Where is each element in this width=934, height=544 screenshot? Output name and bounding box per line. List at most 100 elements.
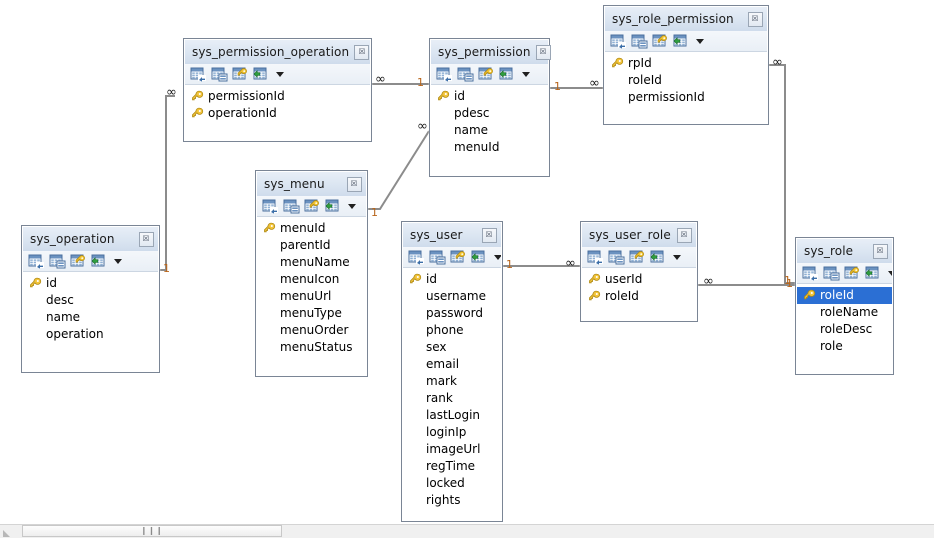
table-sys_user_role[interactable]: sys_user_role ☒ userId roleId [580,221,698,322]
insert-row-icon[interactable] [471,250,488,265]
field-row[interactable]: sex [403,339,501,356]
primary-key-icon[interactable] [232,67,249,82]
diagram-canvas[interactable]: sys_permission_operation ☒ permissionId ope… [0,0,934,524]
field-row-primary-key[interactable]: id [403,271,501,288]
field-row-primary-key[interactable]: permissionId [185,88,370,105]
primary-key-icon[interactable] [304,199,321,214]
field-row[interactable]: menuStatus [257,339,366,356]
table-sys_menu[interactable]: sys_menu ☒ menuId parentId menuName menuIcon m… [255,170,368,377]
field-row[interactable]: operation [23,326,158,343]
field-row[interactable]: menuName [257,254,366,271]
field-row[interactable]: mark [403,373,501,390]
field-row[interactable]: lastLogin [403,407,501,424]
table-header[interactable]: sys_operation ☒ [23,227,158,251]
primary-key-icon[interactable] [844,266,861,281]
table-header[interactable]: sys_user ☒ [403,223,501,247]
field-row[interactable]: roleDesc [797,321,892,338]
close-icon[interactable]: ☒ [535,44,551,60]
primary-key-icon[interactable] [70,254,87,269]
field-row[interactable]: locked [403,475,501,492]
table-header[interactable]: sys_menu ☒ [257,172,366,196]
close-icon[interactable]: ☒ [677,227,692,243]
table-sys_permission_operation[interactable]: sys_permission_operation ☒ permissionId ope… [183,38,372,142]
new-table-icon[interactable] [408,250,425,265]
field-row-primary-key[interactable]: id [431,88,548,105]
new-table-icon[interactable] [190,67,207,82]
close-icon[interactable]: ☒ [354,44,370,60]
chevron-down-icon[interactable] [673,254,681,260]
new-table-icon[interactable] [28,254,45,269]
table-header[interactable]: sys_role_permission ☒ [605,7,767,31]
primary-key-icon[interactable] [629,250,646,265]
field-row-primary-key[interactable]: userId [582,271,696,288]
new-table-icon[interactable] [262,199,279,214]
field-row-primary-key[interactable]: id [23,275,158,292]
field-row[interactable]: menuType [257,305,366,322]
new-table-icon[interactable] [802,266,819,281]
table-sys_role[interactable]: sys_role ☒ roleId roleName roleDesc role [795,237,894,375]
chevron-down-icon[interactable] [114,258,122,264]
new-view-icon[interactable] [283,199,300,214]
field-row[interactable]: name [23,309,158,326]
field-row[interactable]: password [403,305,501,322]
primary-key-icon[interactable] [478,67,495,82]
table-header[interactable]: sys_role ☒ [797,239,892,263]
field-row-primary-key[interactable]: menuId [257,220,366,237]
insert-row-icon[interactable] [91,254,108,269]
close-icon[interactable]: ☒ [347,176,362,192]
table-header[interactable]: sys_permission_operation ☒ [185,40,370,64]
new-table-icon[interactable] [436,67,453,82]
field-row[interactable]: phone [403,322,501,339]
insert-row-icon[interactable] [650,250,667,265]
chevron-down-icon[interactable] [276,71,284,77]
scrollbar-thumb[interactable]: ❙❙❙ [22,525,282,537]
field-row[interactable]: menuId [431,139,548,156]
new-view-icon[interactable] [457,67,474,82]
insert-row-icon[interactable] [253,67,270,82]
chevron-down-icon[interactable] [494,254,501,260]
new-view-icon[interactable] [608,250,625,265]
field-row[interactable]: menuOrder [257,322,366,339]
table-sys_user[interactable]: sys_user ☒ id username password phone sex email… [401,221,503,522]
chevron-down-icon[interactable] [522,71,530,77]
field-row[interactable]: role [797,338,892,355]
new-view-icon[interactable] [49,254,66,269]
new-view-icon[interactable] [429,250,446,265]
field-row[interactable]: regTime [403,458,501,475]
chevron-down-icon[interactable] [888,270,892,276]
field-row[interactable]: username [403,288,501,305]
chevron-down-icon[interactable] [696,38,704,44]
insert-row-icon[interactable] [499,67,516,82]
field-row[interactable]: permissionId [605,89,767,106]
primary-key-icon[interactable] [652,34,669,49]
new-table-icon[interactable] [587,250,604,265]
field-row-primary-key[interactable]: rpId [605,55,767,72]
new-table-icon[interactable] [610,34,627,49]
table-sys_role_permission[interactable]: sys_role_permission ☒ rpId roleId permission… [603,5,769,125]
field-row[interactable]: rank [403,390,501,407]
table-sys_permission[interactable]: sys_permission ☒ id pdesc name menuId [429,38,551,177]
horizontal-scrollbar[interactable]: ❙❙❙ [0,524,934,538]
primary-key-icon[interactable] [450,250,467,265]
new-view-icon[interactable] [823,266,840,281]
table-header[interactable]: sys_permission ☒ [431,40,551,64]
close-icon[interactable]: ☒ [139,231,154,247]
field-row[interactable]: parentId [257,237,366,254]
insert-row-icon[interactable] [865,266,882,281]
new-view-icon[interactable] [211,67,228,82]
field-row[interactable]: rights [403,492,501,509]
insert-row-icon[interactable] [673,34,690,49]
close-icon[interactable]: ☒ [748,11,763,27]
new-view-icon[interactable] [631,34,648,49]
field-row[interactable]: desc [23,292,158,309]
table-header[interactable]: sys_user_role ☒ [582,223,696,247]
chevron-down-icon[interactable] [348,203,356,209]
insert-row-icon[interactable] [325,199,342,214]
field-row[interactable]: menuIcon [257,271,366,288]
field-row[interactable]: menuUrl [257,288,366,305]
close-icon[interactable]: ☒ [873,243,888,259]
field-row[interactable]: name [431,122,548,139]
field-row-primary-key[interactable]: operationId [185,105,370,122]
field-row[interactable]: imageUrl [403,441,501,458]
field-row[interactable]: email [403,356,501,373]
